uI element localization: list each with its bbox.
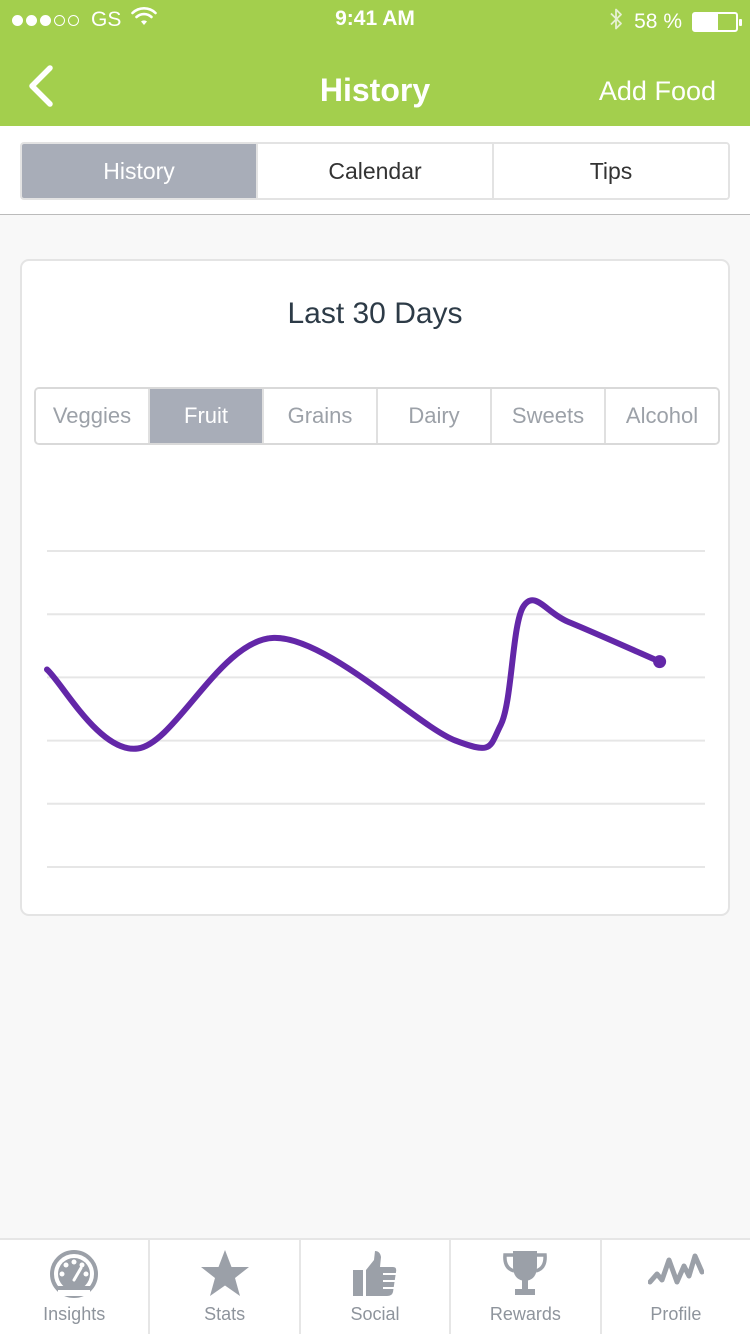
tab-label: Stats: [204, 1304, 246, 1324]
category-segmented-control: Veggies Fruit Grains Dairy Sweets Alcoho…: [34, 387, 720, 445]
bottom-tab-bar: Insights Stats Social Rewards Profile: [0, 1238, 750, 1334]
category-veggies[interactable]: Veggies: [36, 389, 150, 443]
battery-percent: 58 %: [634, 10, 682, 33]
view-segmented-control: History Calendar Tips: [20, 142, 730, 200]
app-header: GS 9:41 AM 58 % History Add Food: [0, 0, 750, 126]
fruit-series-line: [44, 597, 663, 752]
history-card: Last 30 Days Veggies Fruit Grains Dairy …: [20, 259, 730, 916]
activity-icon: [647, 1253, 704, 1285]
tab-tips[interactable]: Tips: [494, 144, 728, 198]
battery-level: [694, 14, 719, 30]
tab-calendar[interactable]: Calendar: [258, 144, 494, 198]
nav-bar: History Add Food: [0, 40, 750, 126]
add-food-button[interactable]: Add Food: [599, 76, 716, 107]
category-grains[interactable]: Grains: [264, 389, 378, 443]
tab-label: Social: [350, 1304, 400, 1324]
trophy-icon: [503, 1251, 548, 1295]
category-sweets[interactable]: Sweets: [492, 389, 606, 443]
bluetooth-icon: [608, 7, 624, 37]
category-fruit[interactable]: Fruit: [150, 389, 264, 443]
speedometer-icon: [50, 1250, 99, 1298]
tab-stats[interactable]: Stats: [150, 1240, 301, 1334]
tab-rewards[interactable]: Rewards: [451, 1240, 602, 1334]
tab-label: Insights: [43, 1304, 106, 1324]
category-alcohol[interactable]: Alcohol: [606, 389, 718, 443]
battery-icon: [692, 12, 742, 32]
category-dairy[interactable]: Dairy: [378, 389, 492, 443]
tab-label: Rewards: [489, 1304, 561, 1324]
tab-insights[interactable]: Insights: [0, 1240, 151, 1334]
tab-social[interactable]: Social: [301, 1240, 452, 1334]
tab-label: Profile: [650, 1304, 702, 1324]
fruit-history-chart: [44, 550, 705, 868]
top-segment-bar: History Calendar Tips: [0, 126, 750, 215]
tab-history[interactable]: History: [22, 144, 258, 198]
tab-profile[interactable]: Profile: [602, 1240, 750, 1334]
card-title: Last 30 Days: [287, 297, 463, 330]
status-bar: GS 9:41 AM 58 %: [0, 0, 750, 40]
star-icon: [200, 1250, 249, 1296]
thumbs-up-icon: [353, 1251, 397, 1296]
series-end-point: [653, 655, 667, 669]
